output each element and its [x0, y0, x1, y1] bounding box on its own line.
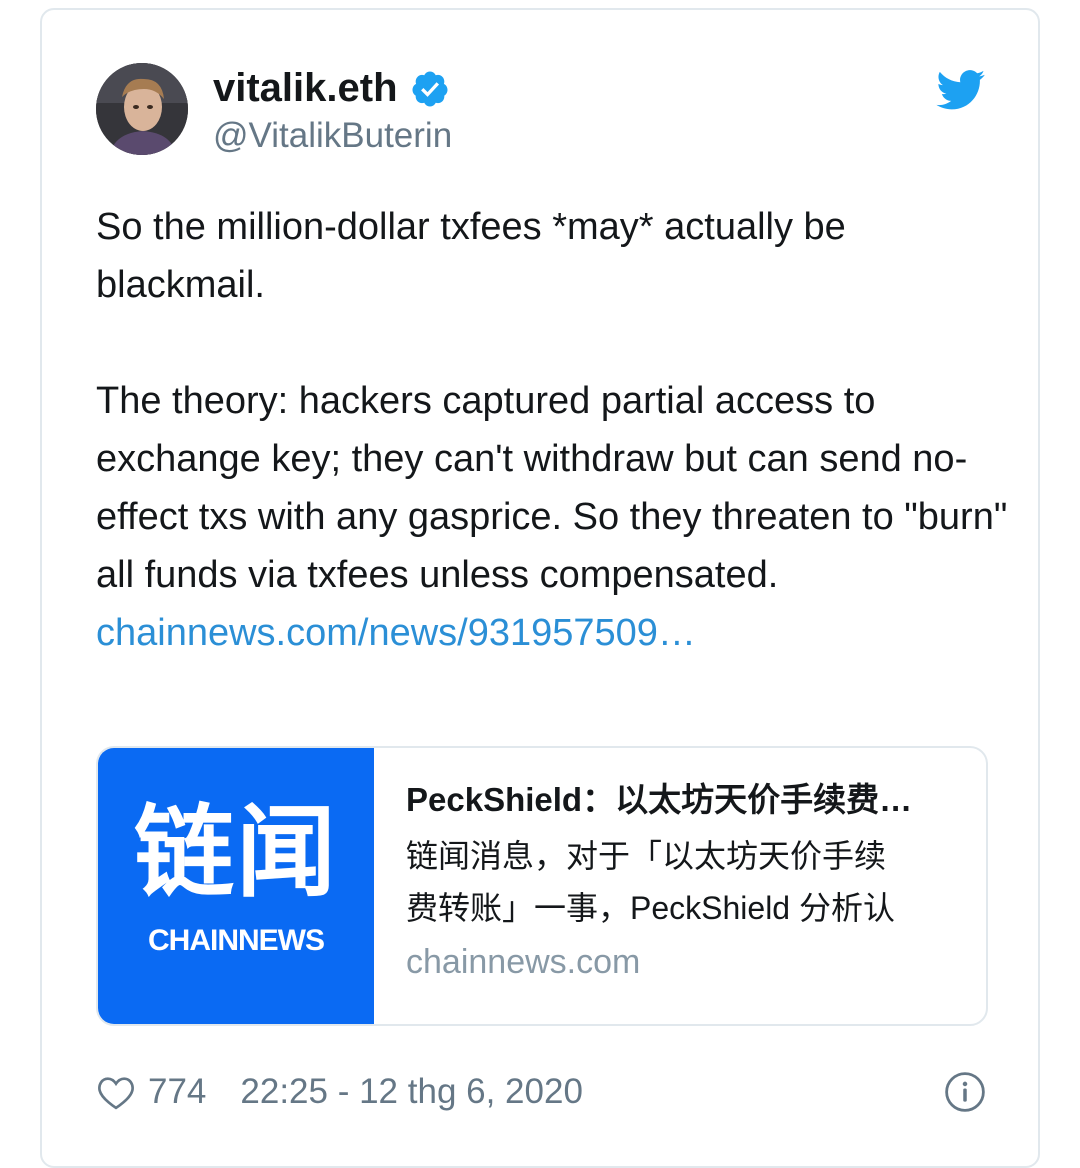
like-count: 774: [148, 1072, 207, 1111]
chainnews-logo-en: CHAINNEWS: [148, 924, 325, 957]
tweet-text: So the million-dollar txfees *may* actua…: [96, 198, 1016, 662]
card-body: PeckShield：以太坊天价手续费… 链闻消息，对于「以太坊天价手续 费转账…: [406, 778, 966, 988]
display-name-text: vitalik.eth: [213, 66, 398, 110]
verified-badge-icon: [410, 69, 450, 109]
card-description: 链闻消息，对于「以太坊天价手续 费转账」一事，PeckShield 分析认: [406, 830, 966, 934]
user-handle[interactable]: @VitalikButerin: [213, 116, 452, 156]
twitter-bird-icon[interactable]: [936, 70, 986, 110]
tweet-timestamp[interactable]: 22:25 - 12 thg 6, 2020: [240, 1072, 583, 1112]
card-domain: chainnews.com: [406, 943, 641, 981]
tweet-link[interactable]: chainnews.com/news/931957509…: [96, 604, 1016, 662]
card-thumbnail: 链闻 CHAINNEWS: [98, 748, 374, 1024]
tweet-paragraph-1: So the million-dollar txfees *may* actua…: [96, 206, 846, 306]
display-name[interactable]: vitalik.eth: [213, 66, 450, 111]
card-description-line-2: 费转账」一事，PeckShield 分析认: [406, 890, 895, 926]
info-icon[interactable]: [944, 1071, 986, 1113]
chainnews-logo-cn: 链闻: [134, 794, 338, 911]
heart-icon[interactable]: [96, 1073, 136, 1111]
card-description-line-1: 链闻消息，对于「以太坊天价手续: [406, 838, 887, 874]
tweet-paragraph-2: The theory: hackers captured partial acc…: [96, 380, 1008, 596]
tweet-footer: 774 22:25 - 12 thg 6, 2020: [96, 1066, 986, 1118]
avatar[interactable]: [96, 63, 188, 155]
card-title: PeckShield：以太坊天价手续费…: [406, 781, 913, 818]
link-preview-card[interactable]: 链闻 CHAINNEWS PeckShield：以太坊天价手续费… 链闻消息，对…: [96, 746, 988, 1026]
